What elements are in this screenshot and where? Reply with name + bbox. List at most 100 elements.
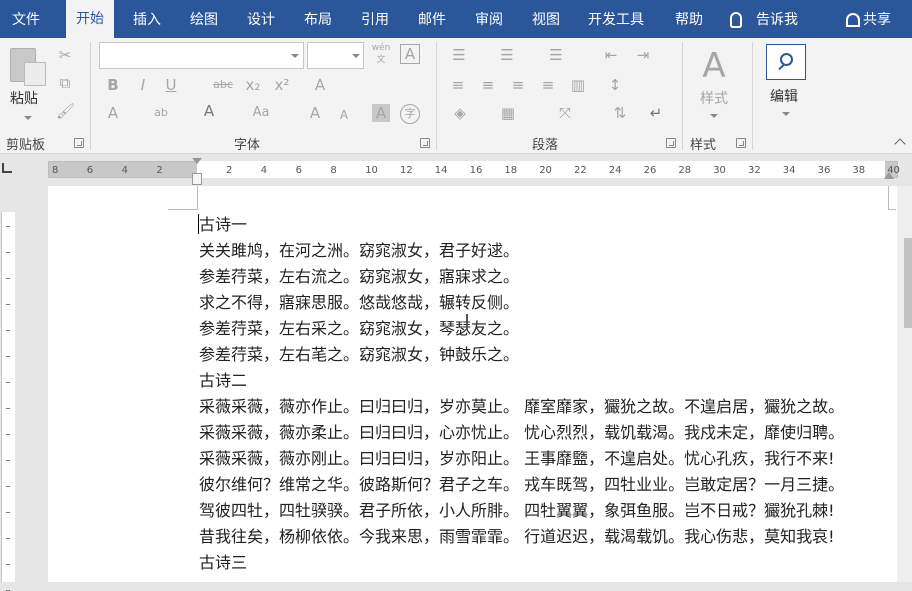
top-left-margin-mark: [168, 186, 198, 210]
paragraph-launcher-icon[interactable]: [666, 138, 676, 148]
grow-font-icon[interactable]: A: [306, 104, 324, 122]
document-line[interactable]: 采薇采薇，薇亦刚止。曰归曰归，岁亦阳止。 王事靡盬，不遑启处。忧心孔疚，我行不来…: [199, 446, 844, 472]
tab-view[interactable]: 视图: [532, 10, 560, 30]
hanging-indent-marker[interactable]: [192, 173, 202, 185]
clear-formatting-icon[interactable]: A: [309, 76, 331, 94]
document-line[interactable]: 采薇采薇，薇亦柔止。曰归曰归，心亦忧止。 忧心烈烈，载饥载渴。我戍未定，靡使归聘…: [199, 420, 844, 446]
strikethrough-icon[interactable]: abc: [210, 76, 236, 94]
document-line[interactable]: 采薇采薇，薇亦作止。曰归曰归，岁亦莫止。 靡室靡家，玁狁之故。不遑启居，玁狁之故…: [199, 394, 844, 420]
document-line[interactable]: 关关雎鸠，在河之洲。窈窕淑女，君子好逑。: [199, 238, 844, 264]
align-center-icon[interactable]: ≡: [478, 76, 498, 94]
document-line[interactable]: 参差荇菜，左右流之。窈窕淑女，寤寐求之。: [199, 264, 844, 290]
vertical-ruler[interactable]: [0, 186, 16, 591]
underline-icon[interactable]: U: [162, 76, 180, 94]
font-name-combo[interactable]: [99, 42, 304, 69]
first-line-indent-marker[interactable]: [192, 158, 202, 164]
align-right-icon[interactable]: ≡: [508, 76, 528, 94]
tab-mailings[interactable]: 邮件: [418, 10, 446, 30]
borders-icon[interactable]: ▦: [498, 104, 518, 122]
font-group-label: 字体: [234, 138, 261, 153]
ruler-number: 14: [434, 165, 448, 176]
shading-icon[interactable]: ◈: [450, 104, 470, 122]
document-line[interactable]: 古诗三: [199, 550, 844, 576]
align-left-icon[interactable]: ≡: [448, 76, 468, 94]
bold-icon[interactable]: B: [104, 76, 122, 94]
text-effects-icon[interactable]: A: [104, 104, 122, 122]
ruler-number: 24: [608, 165, 622, 176]
increase-indent-icon[interactable]: ⇥: [632, 46, 654, 64]
subscript-icon[interactable]: x₂: [243, 76, 263, 94]
multilevel-list-icon[interactable]: ☰: [545, 46, 567, 64]
tab-review[interactable]: 审阅: [475, 10, 503, 30]
document-line[interactable]: 古诗二: [199, 368, 844, 394]
document-body[interactable]: 古诗一 关关雎鸠，在河之洲。窈窕淑女，君子好逑。 参差荇菜，左右流之。窈窕淑女，寤寐…: [199, 212, 844, 576]
tab-design[interactable]: 设计: [247, 10, 275, 30]
chinese-layout-icon[interactable]: ⤧: [554, 104, 576, 122]
shrink-font-icon[interactable]: A: [336, 106, 352, 124]
tell-me-button[interactable]: 告诉我: [730, 10, 798, 30]
ruler-number: 30: [713, 165, 726, 176]
tab-layout[interactable]: 布局: [304, 10, 332, 30]
cut-icon[interactable]: ✂: [56, 46, 74, 64]
tab-draw[interactable]: 绘图: [190, 10, 218, 30]
styles-button[interactable]: A 样式: [690, 44, 740, 128]
decrease-indent-icon[interactable]: ⇤: [600, 46, 622, 64]
character-border-icon[interactable]: A: [400, 44, 420, 64]
tab-help[interactable]: 帮助: [675, 10, 703, 30]
vertical-ruler-tick: [6, 408, 10, 409]
show-marks-icon[interactable]: ↵: [646, 104, 666, 122]
tab-home[interactable]: 开始: [66, 0, 114, 38]
document-line[interactable]: 古诗一: [199, 212, 844, 238]
tell-me-label: 告诉我: [756, 12, 798, 28]
character-shading-icon[interactable]: A: [372, 104, 390, 122]
ruler-numbers: 8 6 4 2 2 4 6 8 10 12 14 16 18 20 22 24 26 28 30 32 34 36 38 40: [0, 163, 912, 178]
document-line[interactable]: 昔我往矣，杨柳依依。今我来思，雨雪霏霏。 行道迟迟，载渴载饥。我心伤悲，莫知我哀…: [199, 524, 844, 550]
clipboard-launcher-icon[interactable]: [74, 138, 84, 148]
change-case-icon[interactable]: Aa: [250, 104, 272, 122]
bullets-icon[interactable]: ☰: [448, 46, 470, 64]
line-spacing-icon[interactable]: ↕: [604, 76, 626, 94]
sort-icon[interactable]: ⇅: [610, 104, 630, 122]
styles-launcher-icon[interactable]: [736, 138, 746, 148]
paste-dropdown-icon: [24, 116, 32, 120]
ruler-number: 10: [365, 165, 378, 176]
document-line[interactable]: 参差荇菜，左右芼之。窈窕淑女，钟鼓乐之。: [199, 342, 844, 368]
tab-references[interactable]: 引用: [361, 10, 389, 30]
tab-developer[interactable]: 开发工具: [588, 10, 644, 30]
right-indent-marker[interactable]: [884, 172, 894, 179]
vertical-ruler-tick: [6, 486, 10, 487]
horizontal-ruler[interactable]: 8 6 4 2 2 4 6 8 10 12 14 16 18 20 22 24 26 28 30 32 34 36 38 40: [0, 155, 912, 185]
editing-button-label: 编辑: [770, 89, 798, 105]
highlight-icon[interactable]: ab: [150, 104, 172, 122]
font-launcher-icon[interactable]: [420, 138, 430, 148]
collapse-ribbon-icon[interactable]: [894, 138, 906, 150]
editing-button[interactable]: 编辑: [762, 42, 812, 126]
font-color-icon[interactable]: A: [200, 102, 218, 120]
scrollbar-thumb[interactable]: [904, 238, 912, 328]
copy-icon[interactable]: ⧉: [56, 74, 74, 92]
tab-file[interactable]: 文件: [12, 10, 40, 30]
distributed-icon[interactable]: ▥: [568, 76, 588, 94]
ruler-number: 28: [678, 165, 692, 176]
document-line[interactable]: 驾彼四牡，四牡骙骙。君子所依，小人所腓。 四牡翼翼，象弭鱼服。岂不日戒？玁狁孔棘…: [199, 498, 844, 524]
superscript-icon[interactable]: x²: [272, 76, 292, 94]
document-line[interactable]: 彼尔维何？维常之华。彼路斯何？君子之车。 戎车既驾，四牡业业。岂敢定居？一月三捷…: [199, 472, 844, 498]
share-button[interactable]: 共享: [846, 10, 891, 30]
vertical-ruler-tick: [6, 278, 10, 279]
format-painter-icon[interactable]: 🖌: [56, 102, 75, 120]
justify-icon[interactable]: ≡: [538, 76, 558, 94]
ruler-number: 32: [748, 165, 761, 176]
paste-button[interactable]: 粘贴: [6, 44, 50, 128]
document-line[interactable]: 参差荇菜，左右采之。窈窕淑女，琴瑟友之。: [199, 316, 844, 342]
numbering-icon[interactable]: ☰: [496, 46, 518, 64]
vertical-ruler-tick: [6, 512, 10, 513]
text-cursor: [198, 214, 199, 234]
tab-insert[interactable]: 插入: [133, 10, 161, 30]
phonetic-guide-icon[interactable]: wén 文: [370, 42, 392, 66]
document-line[interactable]: 求之不得，寤寐思服。悠哉悠哉，辗转反侧。: [199, 290, 844, 316]
italic-icon[interactable]: I: [134, 76, 152, 94]
vertical-ruler-tick: [6, 564, 10, 565]
group-divider: [436, 42, 437, 150]
font-size-combo[interactable]: [307, 42, 364, 69]
enclose-characters-icon[interactable]: 字: [400, 104, 420, 124]
